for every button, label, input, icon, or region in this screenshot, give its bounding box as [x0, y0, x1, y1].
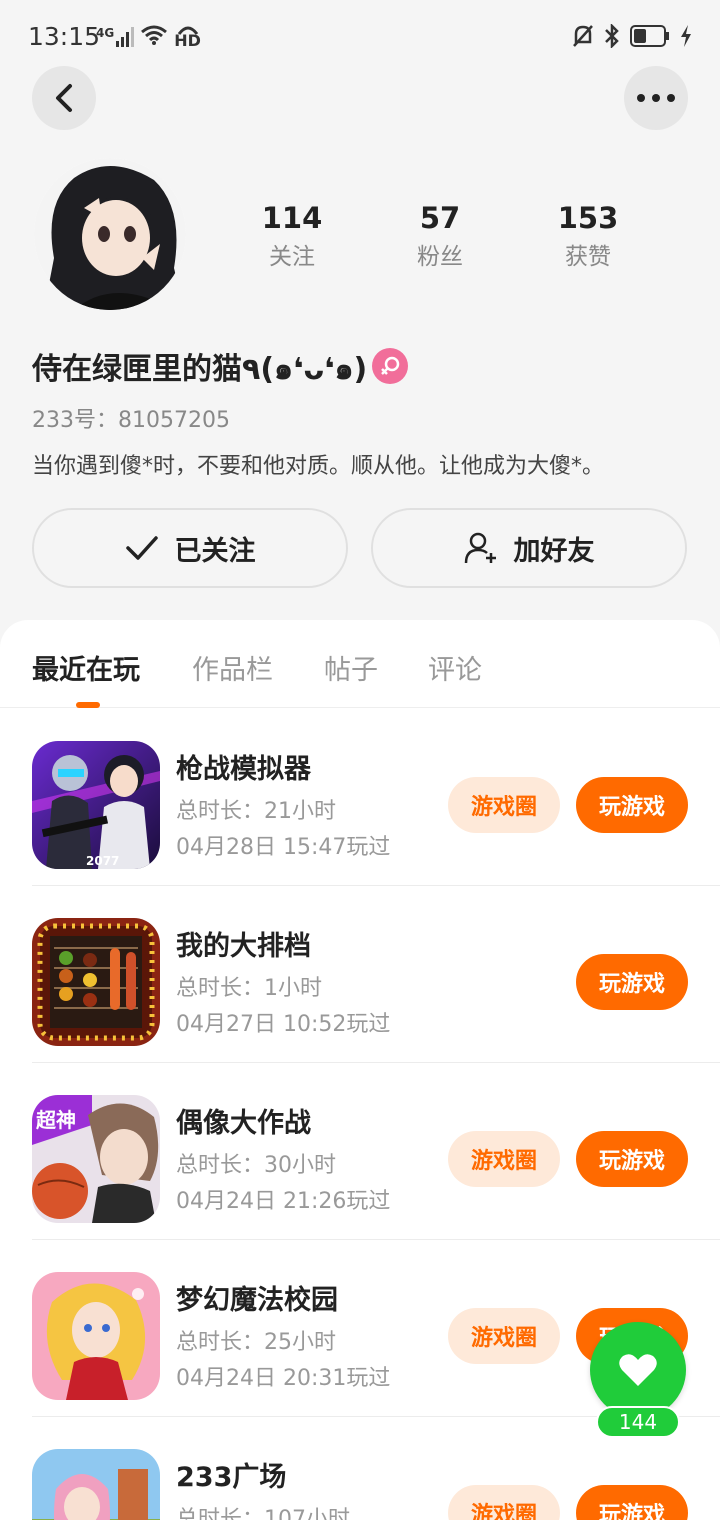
game-icon-text: 2077 — [86, 854, 119, 868]
female-icon — [372, 348, 408, 384]
game-icon[interactable] — [32, 1449, 160, 1520]
add-friend-label: 加好友 — [513, 535, 595, 567]
game-last-played: 04月28日 15:47玩过 — [176, 835, 391, 860]
game-name: 我的大排档 — [176, 931, 311, 962]
tab-indicator — [76, 702, 100, 708]
status-time: 13:15 — [28, 22, 101, 51]
mute-bell-icon — [572, 24, 594, 52]
list-item[interactable]: 超神 偶像大作战 总时长：30小时 04月24日 21:26玩过 游戏圈 玩游戏 — [32, 1063, 720, 1240]
game-last-played: 04月24日 20:31玩过 — [176, 1366, 391, 1391]
stat-followers[interactable]: 57 粉丝 — [380, 200, 500, 278]
status-bar: 13:15 4G HD — [0, 0, 720, 76]
stat-following[interactable]: 114 关注 — [232, 200, 352, 278]
stat-label: 获赞 — [565, 244, 611, 270]
status-right-icons — [572, 22, 692, 52]
chevron-left-icon — [56, 84, 72, 112]
stat-label: 粉丝 — [417, 244, 463, 270]
signal-icon: 4G — [96, 26, 135, 47]
game-total-time: 总时长：107小时 — [176, 1507, 350, 1520]
stat-value: 57 — [419, 201, 461, 235]
game-name: 枪战模拟器 — [176, 754, 311, 785]
heart-icon — [619, 1354, 657, 1386]
followed-button[interactable]: 已关注 — [32, 508, 348, 588]
bluetooth-icon — [604, 22, 620, 52]
network-type: 4G — [96, 26, 115, 40]
check-icon — [125, 536, 158, 560]
game-total-time: 总时长：21小时 — [176, 799, 336, 824]
tab-works[interactable]: 作品栏 — [192, 648, 273, 687]
play-game-button[interactable]: 玩游戏 — [576, 777, 688, 833]
play-game-button[interactable]: 玩游戏 — [576, 954, 688, 1010]
tab-bar: 最近在玩 作品栏 帖子 评论 — [0, 620, 720, 708]
add-user-icon — [464, 532, 496, 564]
list-item[interactable]: 2077 枪战模拟器 总时长：21小时 04月28日 15:47玩过 游戏圈 玩… — [32, 709, 720, 886]
tab-comments[interactable]: 评论 — [428, 648, 482, 687]
back-button[interactable] — [32, 66, 96, 130]
game-name: 梦幻魔法校园 — [176, 1285, 338, 1316]
game-icon-text: 超神 — [35, 1108, 76, 1132]
add-friend-button[interactable]: 加好友 — [371, 508, 687, 588]
bio: 当你遇到傻*时，不要和他对质。顺从他。让他成为大傻*。 — [32, 454, 605, 479]
game-total-time: 总时长：1小时 — [176, 976, 322, 1001]
game-total-time: 总时长：30小时 — [176, 1153, 336, 1178]
wifi-icon — [140, 24, 168, 50]
game-circle-button[interactable]: 游戏圈 — [448, 1485, 560, 1520]
game-last-played: 04月27日 10:52玩过 — [176, 1012, 391, 1037]
game-icon[interactable] — [32, 918, 160, 1046]
stat-value: 153 — [557, 201, 619, 235]
like-count: 144 — [596, 1406, 680, 1438]
game-circle-button[interactable]: 游戏圈 — [448, 1308, 560, 1364]
list-item[interactable]: 我的大排档 总时长：1小时 04月27日 10:52玩过 玩游戏 — [32, 886, 720, 1063]
tab-recently-played[interactable]: 最近在玩 — [32, 648, 140, 687]
stat-value: 114 — [261, 201, 323, 235]
status-left-icons: 4G HD — [96, 24, 201, 50]
charging-icon — [680, 25, 692, 51]
followed-label: 已关注 — [174, 535, 256, 567]
user-id: 233号：81057205 — [32, 408, 230, 433]
game-icon[interactable]: 超神 — [32, 1095, 160, 1223]
game-last-played: 04月24日 21:26玩过 — [176, 1189, 391, 1214]
game-circle-button[interactable]: 游戏圈 — [448, 1131, 560, 1187]
play-game-button[interactable]: 玩游戏 — [576, 1485, 688, 1520]
game-icon[interactable]: 2077 — [32, 741, 160, 869]
game-total-time: 总时长：25小时 — [176, 1330, 336, 1355]
game-name: 偶像大作战 — [176, 1108, 311, 1139]
play-game-button[interactable]: 玩游戏 — [576, 1131, 688, 1187]
avatar[interactable] — [34, 158, 186, 310]
like-button[interactable] — [590, 1322, 686, 1418]
game-name: 233广场 — [176, 1462, 287, 1493]
tab-posts[interactable]: 帖子 — [324, 648, 378, 687]
more-button[interactable] — [624, 66, 688, 130]
username: 侍在绿匣里的猫٩(๑❛ᴗ❛๑) — [32, 352, 368, 387]
game-icon[interactable] — [32, 1272, 160, 1400]
hd-call-icon: HD — [174, 25, 201, 50]
stat-label: 关注 — [269, 244, 315, 270]
more-dots-icon — [637, 94, 675, 102]
stat-likes[interactable]: 153 获赞 — [528, 200, 648, 278]
game-circle-button[interactable]: 游戏圈 — [448, 777, 560, 833]
battery-icon — [630, 25, 670, 51]
